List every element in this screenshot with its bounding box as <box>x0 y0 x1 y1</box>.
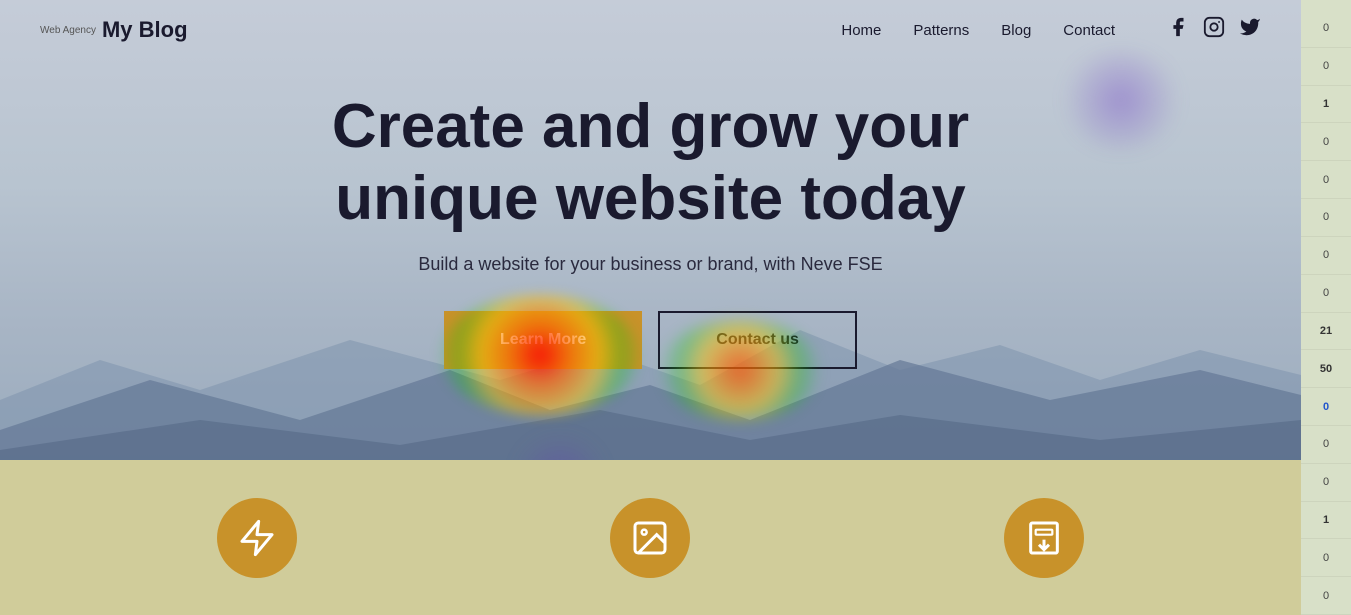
sidebar-num-1: 0 <box>1301 48 1351 86</box>
sidebar-num-2: 1 <box>1301 86 1351 124</box>
brand-title: My Blog <box>102 17 188 43</box>
nav-contact[interactable]: Contact <box>1063 22 1115 39</box>
nav-links: Home Patterns Blog Contact <box>841 16 1261 44</box>
navbar: Web Agency My Blog Home Patterns Blog Co… <box>0 0 1301 60</box>
sidebar-num-13: 1 <box>1301 502 1351 540</box>
page-wrapper: Web Agency My Blog Home Patterns Blog Co… <box>0 0 1351 615</box>
image-icon <box>630 518 670 558</box>
nav-patterns[interactable]: Patterns <box>913 22 969 39</box>
sidebar-num-6: 0 <box>1301 237 1351 275</box>
sidebar-num-5: 0 <box>1301 199 1351 237</box>
hero-buttons: Learn More Contact us <box>332 311 969 369</box>
hero-section: Create and grow your unique website toda… <box>0 0 1301 460</box>
instagram-icon[interactable] <box>1203 16 1225 44</box>
twitter-icon[interactable] <box>1239 16 1261 44</box>
sidebar-num-9: 50 <box>1301 350 1351 388</box>
sidebar-num-14: 0 <box>1301 539 1351 577</box>
sidebar-num-15: 0 <box>1301 577 1351 615</box>
learn-more-button[interactable]: Learn More <box>444 311 642 369</box>
bottom-section <box>0 460 1301 615</box>
nav-blog[interactable]: Blog <box>1001 22 1031 39</box>
sidebar-num-0: 0 <box>1301 10 1351 48</box>
sidebar-num-11: 0 <box>1301 426 1351 464</box>
icon-circle-bolt <box>217 498 297 578</box>
contact-us-button[interactable]: Contact us <box>658 311 857 369</box>
sidebar-num-7: 0 <box>1301 275 1351 313</box>
hero-content: Create and grow your unique website toda… <box>312 91 989 369</box>
sidebar-num-10: 0 <box>1301 388 1351 426</box>
sidebar-num-12: 0 <box>1301 464 1351 502</box>
hero-title: Create and grow your unique website toda… <box>332 91 969 234</box>
sidebar-num-3: 0 <box>1301 123 1351 161</box>
sidebar-num-8: 21 <box>1301 313 1351 351</box>
sidebar-num-4: 0 <box>1301 161 1351 199</box>
purple-blob-top-right <box>1061 50 1181 150</box>
icon-circle-image <box>610 498 690 578</box>
nav-home[interactable]: Home <box>841 22 881 39</box>
hero-subtitle: Build a website for your business or bra… <box>332 254 969 275</box>
bolt-icon <box>237 518 277 558</box>
brand-agency-label: Web Agency <box>40 25 96 36</box>
sidebar-numbers: 0 0 1 0 0 0 0 0 21 50 0 0 0 1 0 0 <box>1301 0 1351 615</box>
download-icon <box>1024 518 1064 558</box>
icon-circle-download <box>1004 498 1084 578</box>
facebook-icon[interactable] <box>1167 16 1189 44</box>
social-icons <box>1167 16 1261 44</box>
